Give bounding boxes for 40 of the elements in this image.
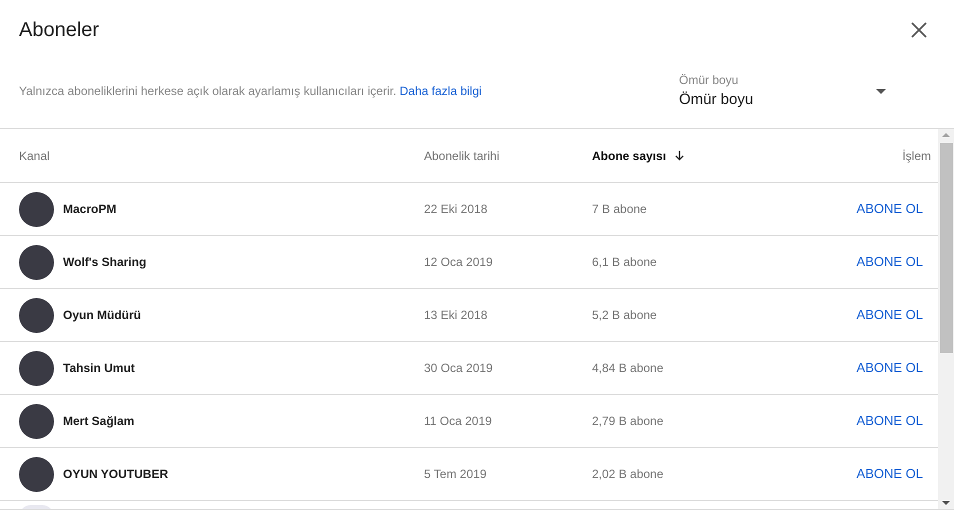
subscription-date: 13 Eki 2018 (424, 308, 488, 322)
close-icon (910, 21, 928, 39)
channel-name[interactable]: MacroPM (63, 200, 116, 218)
close-button[interactable] (910, 21, 928, 39)
scrollbar[interactable] (938, 129, 954, 509)
subscription-date: 12 Oca 2019 (424, 255, 493, 269)
dropdown-caret-icon (876, 88, 886, 94)
subscribe-button[interactable]: ABONE OL (856, 411, 931, 431)
description-text: Yalnızca aboneliklerini herkese açık olarak ayarlamış kullanıcıları içerir. Daha fazla bilgi (19, 83, 483, 100)
subscribe-button[interactable]: ABONE OL (856, 358, 931, 378)
scrollbar-thumb[interactable] (940, 143, 952, 353)
select-label: Ömür boyu (679, 72, 740, 89)
channel-name[interactable]: Tahsin Umut (63, 359, 135, 377)
subscriber-count: 5,2 B abone (592, 308, 657, 322)
learn-more-link[interactable]: Daha fazla bilgi (400, 84, 482, 98)
subscriber-count: 4,84 B abone (592, 361, 664, 375)
subscription-date: 22 Eki 2018 (424, 202, 488, 216)
period-select[interactable]: Ömür boyu Ömür boyu (679, 71, 919, 112)
subscriber-count: 6,1 B abone (592, 255, 657, 269)
dialog-title: Aboneler (19, 18, 100, 43)
subscribe-button[interactable]: ABONE OL (856, 305, 931, 325)
column-header[interactable]: Abone sayısı (592, 146, 666, 164)
subscription-date: 5 Tem 2019 (424, 467, 486, 481)
channel-name[interactable]: Oyun Müdürü (63, 306, 141, 324)
column-header[interactable]: Kanal (19, 146, 50, 164)
subscriber-count: 2,02 B abone (592, 467, 664, 481)
column-header[interactable]: Abonelik tarihi (424, 146, 500, 164)
subscribe-button[interactable]: ABONE OL (856, 464, 931, 484)
subscription-date: 11 Oca 2019 (424, 414, 492, 428)
channel-name[interactable]: OYUN YOUTUBER (63, 465, 168, 483)
subscribe-button[interactable]: ABONE OL (856, 252, 931, 272)
column-header[interactable]: İşlem (902, 146, 931, 164)
subscription-date: 30 Oca 2019 (424, 361, 493, 375)
subscriber-count: 7 B abone (592, 202, 647, 216)
select-value: Ömür boyu (679, 90, 754, 110)
subscriber-count: 2,79 B abone (592, 414, 664, 428)
subscribe-button[interactable]: ABONE OL (856, 199, 931, 219)
channel-name[interactable]: Wolf's Sharing (63, 253, 146, 271)
sort-down-arrow-icon (674, 150, 686, 161)
channel-name[interactable]: Mert Sağlam (63, 412, 134, 430)
